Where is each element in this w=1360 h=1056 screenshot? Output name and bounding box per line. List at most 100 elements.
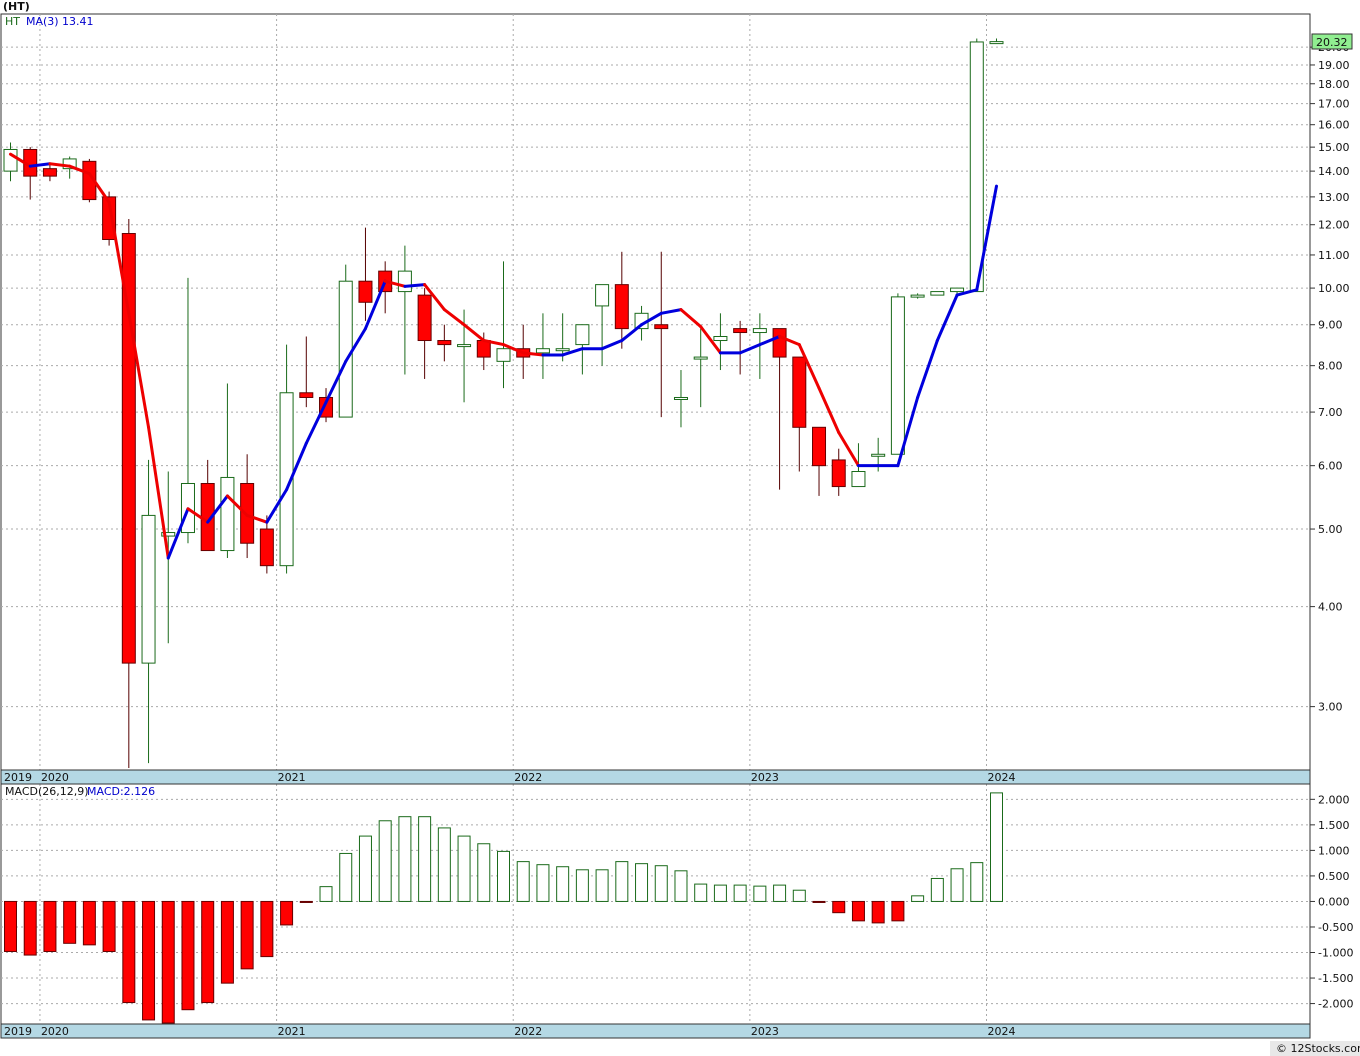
- candle-body: [535, 348, 550, 354]
- macd-tick-label: -1.500: [1318, 972, 1353, 985]
- candle-body: [910, 294, 925, 298]
- macd-tick-label: 0.000: [1318, 895, 1350, 908]
- candle-body: [496, 348, 511, 362]
- legend-symbol: HT: [5, 15, 20, 28]
- candle-body: [713, 335, 728, 342]
- macd-legend-label: MACD(26,12,9): [5, 785, 89, 798]
- candle-body: [752, 328, 767, 334]
- price-tick-label: 11.00: [1318, 249, 1350, 262]
- macd-bar: [437, 827, 451, 902]
- stock-chart: 2019 2020 2021 2022 2023 2024 2019 2020 2021 202…: [0, 0, 1360, 1056]
- price-tick-label: 13.00: [1318, 191, 1350, 204]
- macd-x-axis-band: [0, 1023, 1311, 1039]
- x-axis-label: 2024: [988, 771, 1016, 784]
- x-axis-label: 2024: [988, 1025, 1016, 1038]
- macd-bar: [102, 900, 116, 952]
- candle-body: [457, 344, 472, 348]
- macd-bar: [122, 900, 136, 1004]
- macd-bar: [457, 835, 471, 902]
- x-axis-label: 2019: [4, 1025, 32, 1038]
- ma3-segment: [403, 283, 427, 288]
- macd-bar: [556, 866, 570, 902]
- macd-bar: [871, 900, 885, 924]
- legend-ma-label: MA(3): [26, 15, 59, 28]
- price-tick-label: 12.00: [1318, 219, 1350, 232]
- x-axis-label: 2023: [751, 771, 779, 784]
- macd-tick-label: 0.500: [1318, 870, 1350, 883]
- macd-bar: [220, 900, 234, 984]
- x-axis-label: 2020: [41, 771, 69, 784]
- macd-bar: [851, 900, 865, 922]
- price-tick-label: 7.00: [1318, 406, 1343, 419]
- candle-body: [792, 356, 807, 428]
- candle-body: [812, 426, 827, 467]
- x-axis-label: 2021: [278, 1025, 306, 1038]
- macd-bar: [674, 870, 688, 902]
- price-tick-label: 17.00: [1318, 98, 1350, 111]
- macd-tick-label: 2.000: [1318, 793, 1350, 806]
- macd-bar: [812, 900, 826, 903]
- candle-body: [654, 324, 669, 330]
- macd-bar: [378, 820, 392, 902]
- price-tick-label: 8.00: [1318, 360, 1343, 373]
- candle-body: [437, 340, 452, 346]
- macd-bar: [635, 863, 649, 902]
- macd-bar: [911, 895, 925, 902]
- macd-bar: [970, 862, 984, 902]
- candle-body: [890, 296, 905, 455]
- macd-bar: [990, 792, 1003, 902]
- macd-bar: [497, 850, 510, 902]
- macd-bar: [595, 869, 609, 902]
- macd-bar: [516, 861, 530, 902]
- candle-body: [851, 471, 866, 488]
- macd-bar: [713, 884, 727, 902]
- candle-body: [555, 348, 570, 352]
- macd-bar: [398, 816, 412, 902]
- macd-tick-label: 1.000: [1318, 844, 1350, 857]
- macd-tick-label: -2.000: [1318, 998, 1353, 1011]
- candle-body: [141, 514, 156, 664]
- macd-bar: [43, 900, 57, 952]
- macd-bar: [575, 869, 589, 902]
- macd-bar: [339, 852, 353, 902]
- ma3-segment: [521, 351, 545, 357]
- macd-bar: [280, 900, 294, 926]
- macd-bar: [201, 900, 215, 1004]
- macd-bar: [161, 900, 175, 1024]
- price-tick-label: 10.00: [1318, 282, 1350, 295]
- price-x-axis-band: [0, 769, 1311, 785]
- x-axis-label: 2022: [514, 1025, 542, 1038]
- candle-body: [614, 284, 629, 330]
- macd-y-axis: 2.000 1.500 1.000 0.500 0.000 -0.500 -1.000 -1.…: [1310, 793, 1353, 1011]
- price-tick-label: 4.00: [1318, 601, 1343, 614]
- macd-bar: [891, 900, 905, 922]
- macd-bar: [733, 884, 747, 902]
- candle-body: [299, 392, 314, 398]
- candle-body: [930, 291, 945, 296]
- macd-bar: [654, 865, 668, 902]
- price-tick-label: 9.00: [1318, 319, 1343, 332]
- macd-bar: [694, 883, 708, 902]
- last-price-label: 20.32: [1316, 36, 1348, 49]
- macd-bar: [63, 900, 77, 944]
- macd-bar: [142, 900, 156, 1021]
- macd-bar: [536, 864, 550, 902]
- candle-body: [397, 270, 412, 293]
- candle-body: [950, 287, 965, 293]
- x-axis-label: 2020: [41, 1025, 69, 1038]
- macd-bar: [260, 900, 274, 958]
- candle-body: [772, 328, 787, 358]
- price-tick-label: 3.00: [1318, 701, 1343, 714]
- macd-bar: [240, 900, 254, 970]
- candle-body: [417, 294, 432, 342]
- macd-tick-label: 1.500: [1318, 819, 1350, 832]
- chart-title: (HT): [3, 0, 30, 13]
- macd-bar: [753, 885, 767, 902]
- x-axis-label: 2021: [278, 771, 306, 784]
- macd-bar: [4, 900, 17, 952]
- macd-bar: [930, 877, 944, 902]
- candle-body: [989, 41, 1004, 45]
- macd-bar: [358, 835, 372, 902]
- candle-body: [259, 528, 274, 567]
- macd-tick-label: -0.500: [1318, 921, 1353, 934]
